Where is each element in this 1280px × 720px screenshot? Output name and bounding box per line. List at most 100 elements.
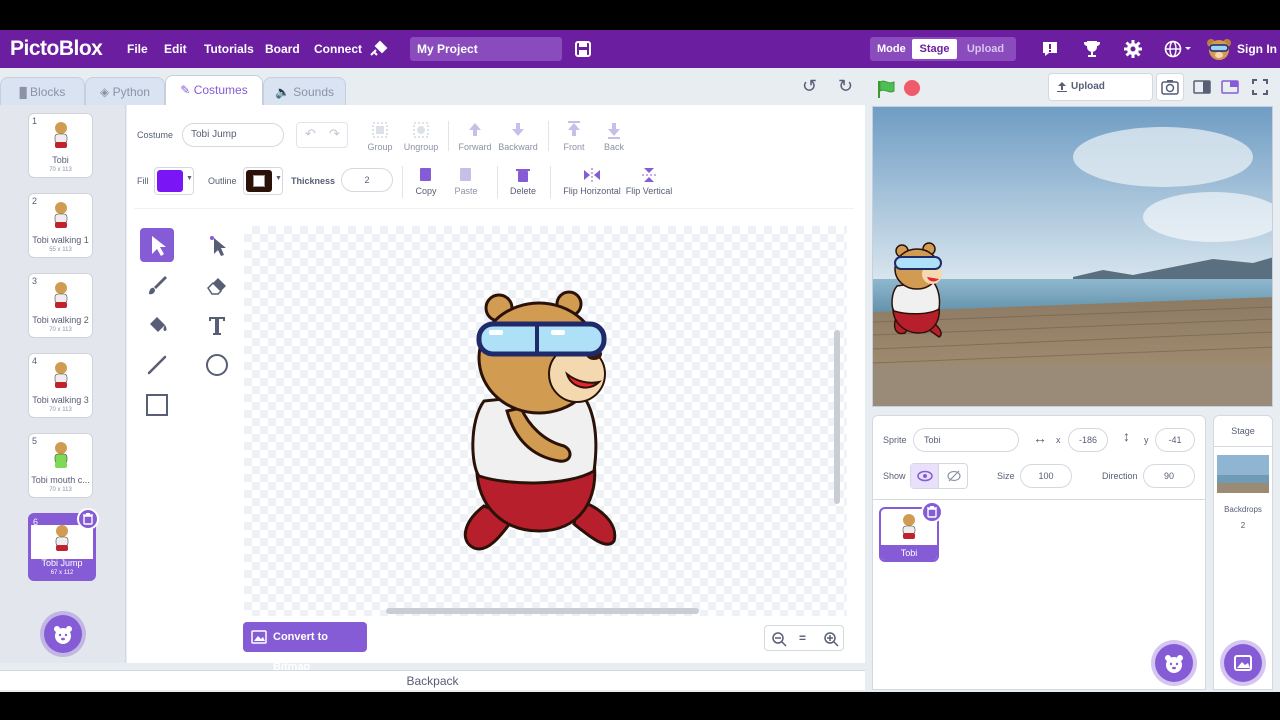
zoom-reset-button[interactable]: = <box>799 631 806 645</box>
fill-color-picker[interactable]: ▼ <box>154 167 194 195</box>
fill-tool[interactable] <box>140 308 174 342</box>
stage-title: Stage <box>1231 426 1255 436</box>
y-position-input[interactable]: -41 <box>1155 428 1195 452</box>
back-button[interactable]: Back <box>598 121 630 152</box>
menu-tutorials[interactable]: Tutorials <box>204 30 254 68</box>
tobi-sprite[interactable] <box>887 241 947 339</box>
group-button[interactable]: Group <box>364 121 396 152</box>
costume-number: 2 <box>32 196 38 206</box>
tab-python[interactable]: ◈ Python <box>85 77 165 105</box>
menu-bar: PictoBlox File Edit Tutorials Board Conn… <box>0 30 1280 68</box>
choose-costume-button[interactable] <box>44 615 82 653</box>
green-flag-icon[interactable] <box>876 79 896 99</box>
forward-button[interactable]: Forward <box>456 121 494 152</box>
delete-button[interactable]: Delete <box>506 167 540 196</box>
costume-tile[interactable]: 2 Tobi walking 1 55 x 113 <box>28 193 93 258</box>
ungroup-icon <box>413 122 429 138</box>
mode-label: Mode <box>877 43 906 55</box>
mode-stage-button[interactable]: Stage <box>912 39 957 59</box>
x-position-input[interactable]: -186 <box>1068 428 1108 452</box>
tobi-bear-costume[interactable] <box>459 286 624 556</box>
costume-name: Tobi walking 1 <box>32 235 89 245</box>
thickness-input[interactable]: 2 <box>341 168 393 192</box>
feedback-icon[interactable] <box>1041 40 1059 58</box>
costume-tile[interactable]: 4 Tobi walking 3 70 x 113 <box>28 353 93 418</box>
copy-button[interactable]: Copy <box>410 167 442 196</box>
trophy-icon[interactable] <box>1082 39 1102 59</box>
speaker-icon: 🔈 <box>275 85 290 99</box>
chevron-down-icon: ▼ <box>275 175 282 182</box>
small-stage-button[interactable] <box>1188 73 1216 101</box>
size-input[interactable]: 100 <box>1020 464 1072 488</box>
large-stage-button[interactable] <box>1216 73 1244 101</box>
tab-sounds[interactable]: 🔈 Sounds <box>263 77 346 105</box>
tab-costumes[interactable]: ✎ Costumes <box>165 75 263 106</box>
costume-tile[interactable]: 5 Tobi mouth c... 70 x 113 <box>28 433 93 498</box>
copy-icon <box>420 168 431 181</box>
front-button[interactable]: Front <box>558 121 590 152</box>
undo-stage-icon[interactable]: ↺ <box>802 76 817 97</box>
backward-button[interactable]: Backward <box>496 121 540 152</box>
menu-edit[interactable]: Edit <box>164 30 187 68</box>
brush-icon: ✎ <box>180 83 191 97</box>
upload-firmware-button[interactable]: Upload Firmware <box>1048 73 1153 118</box>
stop-icon[interactable] <box>904 80 920 96</box>
show-visible-button[interactable] <box>911 464 939 488</box>
pictoblox-logo[interactable]: PictoBlox <box>10 30 103 68</box>
choose-backdrop-button[interactable] <box>1224 644 1262 682</box>
text-tool[interactable] <box>200 308 234 342</box>
undo-icon[interactable]: ↶ <box>305 126 316 142</box>
menu-file[interactable]: File <box>127 30 148 68</box>
costume-tile[interactable]: 1 Tobi 70 x 113 <box>28 113 93 178</box>
language-globe-icon[interactable] <box>1164 40 1194 58</box>
connect-plug-icon[interactable] <box>368 40 388 58</box>
divider <box>548 121 549 151</box>
eye-icon <box>917 470 933 482</box>
costume-name-label: Costume <box>137 130 174 140</box>
fullscreen-button[interactable] <box>1246 73 1274 101</box>
drawing-canvas[interactable] <box>244 226 847 616</box>
outline-color-picker[interactable]: ▼ <box>243 167 283 195</box>
eraser-tool[interactable] <box>200 268 234 302</box>
menu-connect[interactable]: Connect <box>314 30 362 68</box>
sign-in-link[interactable]: Sign In <box>1237 30 1277 68</box>
trash-icon <box>83 513 93 525</box>
delete-costume-button[interactable] <box>77 508 99 530</box>
costume-name-input[interactable]: Tobi Jump <box>182 123 284 147</box>
redo-stage-icon[interactable]: ↻ <box>838 76 853 97</box>
circle-tool[interactable] <box>200 348 234 382</box>
sprite-name-input[interactable]: Tobi <box>913 428 1019 452</box>
select-tool[interactable] <box>140 228 174 262</box>
show-label: Show <box>883 471 906 481</box>
paste-button[interactable]: Paste <box>450 167 482 196</box>
vertical-scrollbar[interactable] <box>834 330 840 504</box>
redo-icon[interactable]: ↷ <box>329 126 340 142</box>
add-costume-icon <box>54 626 72 644</box>
ungroup-button[interactable]: Ungroup <box>402 121 440 152</box>
settings-gear-icon[interactable] <box>1123 39 1143 59</box>
brush-tool[interactable] <box>140 268 174 302</box>
save-icon[interactable] <box>575 41 591 57</box>
costume-tile[interactable]: 3 Tobi walking 2 70 x 113 <box>28 273 93 338</box>
rectangle-tool[interactable] <box>140 388 174 422</box>
menu-board[interactable]: Board <box>265 30 300 68</box>
avatar-bear-icon[interactable] <box>1206 37 1232 61</box>
zoom-in-icon[interactable] <box>823 631 839 647</box>
convert-to-bitmap-button[interactable]: Convert to Bitmap <box>243 622 367 673</box>
choose-sprite-button[interactable] <box>1155 644 1193 682</box>
horizontal-scrollbar[interactable] <box>386 608 699 614</box>
screenshot-button[interactable] <box>1156 73 1184 101</box>
stage-canvas[interactable] <box>872 106 1273 407</box>
project-name-input[interactable]: My Project <box>410 37 562 61</box>
direction-input[interactable]: 90 <box>1143 464 1195 488</box>
backpack-bar[interactable]: Backpack <box>0 670 865 690</box>
line-tool[interactable] <box>140 348 174 382</box>
tab-blocks[interactable]: █ Blocks <box>0 77 85 105</box>
delete-sprite-button[interactable] <box>921 501 943 523</box>
show-hidden-button[interactable] <box>940 464 968 488</box>
flip-vertical-button[interactable]: Flip Vertical <box>624 167 674 196</box>
reshape-tool[interactable] <box>200 228 234 262</box>
mode-upload-button[interactable]: Upload <box>959 39 1012 59</box>
flip-horizontal-button[interactable]: Flip Horizontal <box>562 167 622 196</box>
zoom-out-icon[interactable] <box>771 631 787 647</box>
